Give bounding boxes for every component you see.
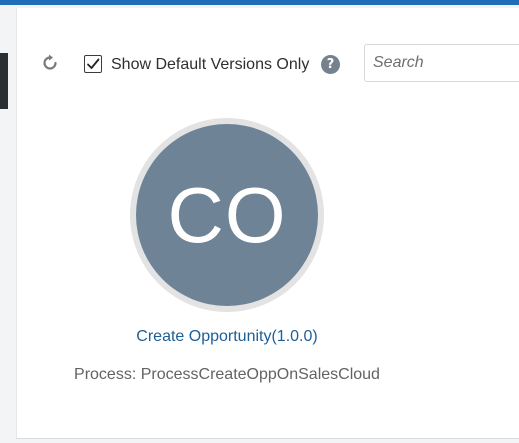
integration-title-link[interactable]: Create Opportunity(1.0.0) xyxy=(72,328,382,346)
checkmark-icon xyxy=(87,58,100,69)
avatar[interactable]: CO xyxy=(130,118,324,312)
refresh-icon xyxy=(43,54,57,70)
help-icon[interactable]: ? xyxy=(321,55,340,74)
left-rail xyxy=(0,5,14,443)
top-accent-bar xyxy=(0,0,519,5)
refresh-button[interactable] xyxy=(39,52,61,74)
left-rail-marker xyxy=(0,53,8,109)
search-input[interactable] xyxy=(364,44,519,82)
avatar-initials: CO xyxy=(136,124,318,306)
show-default-versions-checkbox[interactable] xyxy=(84,55,102,73)
toolbar: Show Default Versions Only ? xyxy=(17,8,519,118)
show-default-versions-label[interactable]: Show Default Versions Only xyxy=(111,55,309,75)
integration-card: CO Create Opportunity(1.0.0) Process: Pr… xyxy=(72,116,392,396)
integrations-panel: Show Default Versions Only ? CO Create O… xyxy=(16,8,519,439)
integration-process-text: Process: ProcessCreateOppOnSalesCloud xyxy=(74,366,380,383)
window: Show Default Versions Only ? CO Create O… xyxy=(0,0,519,443)
